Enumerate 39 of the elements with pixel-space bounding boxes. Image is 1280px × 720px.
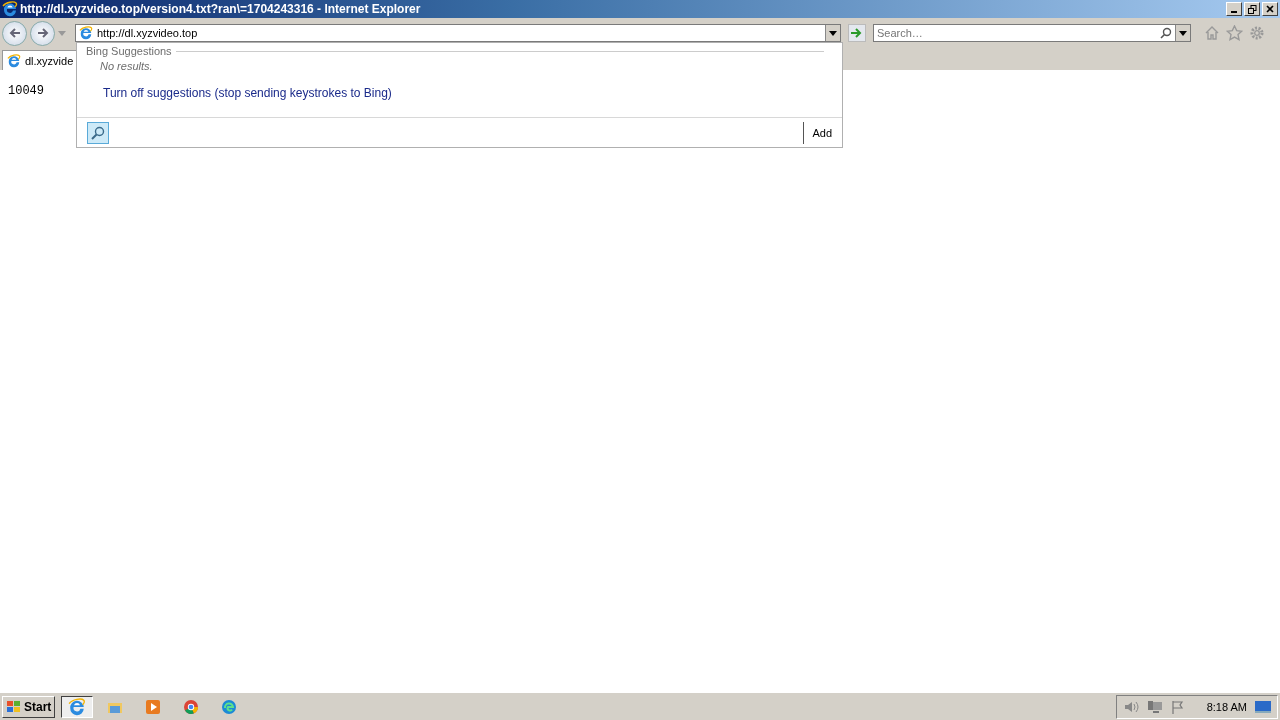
desktop-icon[interactable] — [1255, 699, 1271, 714]
no-results-text: No results. — [99, 59, 154, 72]
close-button[interactable] — [1262, 2, 1278, 16]
window-title: http://dl.xyzvideo.top/version4.txt?ran\=1704243316 - Internet Explorer — [20, 2, 422, 16]
back-button[interactable] — [2, 20, 27, 46]
start-button[interactable]: Start — [2, 695, 56, 718]
edge-icon — [221, 698, 238, 715]
add-button[interactable]: Add — [803, 121, 832, 144]
media-player-icon — [145, 698, 162, 715]
flag-icon[interactable] — [1170, 699, 1185, 714]
page-text: 10049 — [8, 84, 44, 98]
home-icon[interactable] — [1204, 25, 1220, 41]
go-button[interactable] — [848, 24, 866, 42]
ie-icon — [7, 53, 21, 68]
restore-icon — [1247, 4, 1257, 14]
ie-icon — [68, 697, 87, 716]
forward-button[interactable] — [30, 20, 55, 46]
arrow-icon — [851, 28, 863, 38]
ie-icon — [79, 26, 93, 40]
forward-arrow-icon — [35, 26, 50, 40]
search-icon — [90, 124, 106, 141]
section-heading: Bing Suggestions — [86, 45, 172, 57]
search-button[interactable] — [87, 121, 109, 144]
windows-logo-icon — [6, 699, 22, 714]
clock[interactable]: 8:18 AM — [1206, 700, 1247, 713]
restore-button[interactable] — [1244, 2, 1260, 16]
chrome-icon — [183, 698, 200, 715]
app-icon — [2, 1, 18, 17]
turn-off-suggestions-link[interactable]: Turn off suggestions (stop sending keystrokes to Bing) — [103, 86, 392, 100]
address-field[interactable]: http://dl.xyzvideo.top — [75, 24, 841, 42]
back-arrow-icon — [7, 26, 22, 40]
settings-icon[interactable] — [1249, 25, 1265, 41]
caret-icon[interactable] — [829, 30, 837, 36]
speaker-icon[interactable] — [1122, 699, 1139, 714]
close-icon — [1266, 5, 1274, 13]
minimize-button[interactable] — [1226, 2, 1242, 16]
star-icon[interactable] — [1226, 25, 1243, 41]
network-icon[interactable] — [1146, 699, 1163, 714]
taskbar-button[interactable] — [61, 695, 94, 718]
